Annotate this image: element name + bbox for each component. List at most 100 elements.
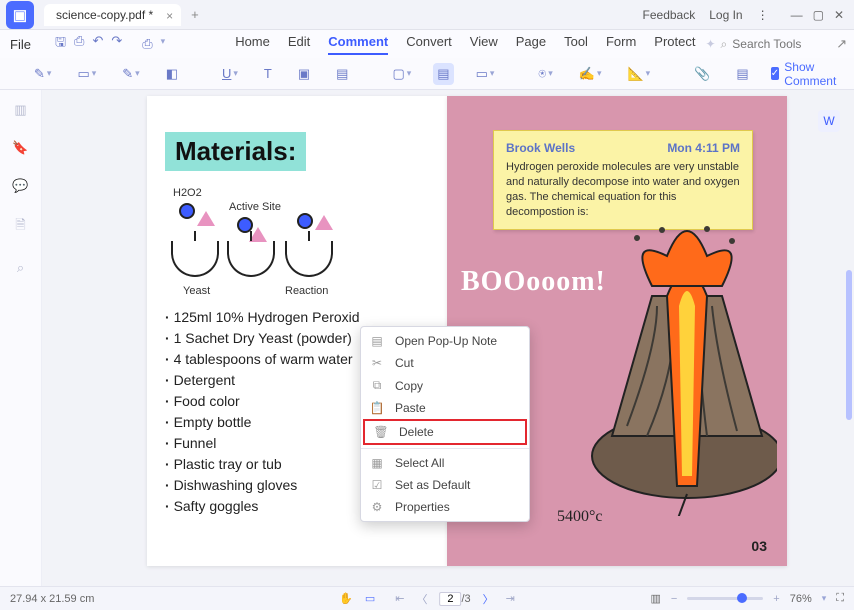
underline-tool[interactable]: U▾ (218, 63, 242, 84)
more-icon[interactable]: ⋮ (757, 8, 769, 22)
materials-heading: Materials: (165, 132, 306, 171)
view-mode-icon[interactable]: ▥ (650, 592, 660, 605)
document-tab[interactable]: science-copy.pdf * × (44, 4, 181, 26)
gear-icon: ⚙ (369, 500, 385, 514)
copy-icon: ⧉ (369, 378, 385, 393)
scissors-icon: ✂ (369, 356, 385, 370)
tab-view[interactable]: View (470, 34, 498, 55)
tab-form[interactable]: Form (606, 34, 636, 55)
vertical-scrollbar[interactable] (846, 270, 852, 420)
eraser-tool[interactable]: ◧ (162, 63, 182, 85)
tab-page[interactable]: Page (516, 34, 546, 55)
ctx-cut[interactable]: ✂Cut (361, 352, 529, 374)
highlight-tool[interactable]: ▭▾ (73, 63, 100, 85)
chevron-down-icon[interactable]: ▾ (822, 593, 827, 604)
share-icon[interactable]: ↗ (836, 36, 847, 52)
last-page-icon[interactable]: ⇥ (506, 592, 515, 605)
page-dimensions: 27.94 x 21.59 cm (10, 593, 94, 605)
ctx-set-default[interactable]: ☑Set as Default (361, 474, 529, 496)
redo-icon[interactable]: ↷ (111, 33, 122, 55)
tab-home[interactable]: Home (235, 34, 270, 55)
tab-comment[interactable]: Comment (328, 34, 388, 55)
print-icon[interactable]: ⎙ (74, 33, 84, 55)
show-comment-checkbox[interactable]: ✓ (771, 67, 780, 80)
sticky-note-tool[interactable]: ▤ (433, 63, 453, 85)
active-site-label: Active Site (229, 201, 281, 213)
word-export-badge[interactable]: W (818, 110, 840, 132)
comments-panel-icon[interactable]: 💬 (12, 178, 28, 194)
volcano-illustration (557, 226, 777, 516)
zoom-out-icon[interactable]: − (671, 593, 677, 605)
close-tab-icon[interactable]: × (166, 9, 173, 23)
select-all-icon: ▦ (369, 456, 385, 470)
context-menu: ▤Open Pop-Up Note ✂Cut ⧉Copy 📋Paste 🗑Del… (360, 326, 530, 522)
search-panel-icon[interactable]: ⌕ (17, 260, 24, 276)
next-page-icon[interactable]: 〉 (483, 591, 494, 607)
yeast-label: Yeast (183, 285, 210, 297)
close-window-icon[interactable]: ✕ (834, 8, 844, 22)
list-item: 125ml 10% Hydrogen Peroxid (165, 307, 429, 328)
reaction-label: Reaction (285, 285, 328, 297)
maximize-icon[interactable]: ▢ (813, 8, 824, 22)
zoom-slider[interactable] (687, 597, 763, 600)
area-highlight-tool[interactable]: ▤ (332, 63, 352, 85)
ctx-select-all[interactable]: ▦Select All (361, 452, 529, 474)
more-tools[interactable]: ▤ (732, 63, 752, 85)
page-total: /3 (461, 593, 470, 605)
typewriter-tool[interactable]: T (260, 63, 276, 84)
pencil-tool[interactable]: ✎▾ (118, 63, 143, 85)
h2o2-label: H2O2 (173, 187, 202, 199)
select-tool-icon[interactable]: ▭ (365, 592, 375, 605)
tab-tool[interactable]: Tool (564, 34, 588, 55)
comment-author: Brook Wells (506, 141, 575, 155)
tab-convert[interactable]: Convert (406, 34, 452, 55)
bookmarks-icon[interactable]: 🔖 (12, 140, 28, 156)
temperature-label: 5400°c (557, 508, 603, 526)
trash-icon: 🗑 (373, 425, 389, 439)
tab-edit[interactable]: Edit (288, 34, 310, 55)
clipboard-icon: 📋 (369, 401, 385, 415)
comment-body: Hydrogen peroxide molecules are very uns… (506, 160, 740, 219)
ctx-copy[interactable]: ⧉Copy (361, 374, 529, 397)
feedback-link[interactable]: Feedback (643, 8, 696, 22)
search-icon: ⌕ (721, 37, 728, 52)
page-input[interactable] (439, 592, 461, 606)
login-link[interactable]: Log In (709, 8, 742, 22)
checkbox-icon: ☑ (369, 478, 385, 492)
first-page-icon[interactable]: ⇤ (395, 592, 404, 605)
search-input[interactable] (732, 37, 814, 51)
save-icon[interactable]: 🖫 (55, 33, 66, 55)
file-menu[interactable]: File (10, 37, 31, 52)
tab-title: science-copy.pdf * (56, 8, 153, 22)
show-comment-label: Show Comment (784, 60, 840, 88)
quickprint-icon[interactable]: ⎙ (142, 36, 152, 52)
app-logo: ▣ (6, 1, 34, 29)
zoom-value: 76% (790, 593, 812, 605)
ctx-paste[interactable]: 📋Paste (361, 397, 529, 419)
ctx-open-popup[interactable]: ▤Open Pop-Up Note (361, 330, 529, 352)
wand-icon[interactable]: ✦ (705, 37, 715, 51)
callout-tool[interactable]: ▭▾ (472, 63, 499, 85)
signature-tool[interactable]: ✍▾ (575, 63, 606, 85)
comment-popup[interactable]: Brook Wells Mon 4:11 PM Hydrogen peroxid… (493, 130, 753, 230)
prev-page-icon[interactable]: 〈 (416, 591, 427, 607)
chevron-down-icon[interactable]: ▾ (161, 36, 166, 52)
fullscreen-icon[interactable]: ⛶ (836, 592, 844, 605)
new-tab-button[interactable]: + (191, 7, 199, 22)
tab-protect[interactable]: Protect (654, 34, 695, 55)
hand-tool-icon[interactable]: ✋ (339, 592, 353, 605)
note-icon: ▤ (369, 334, 385, 348)
stamp-tool[interactable]: ⍟▾ (534, 63, 556, 85)
shape-tool[interactable]: ▢▾ (388, 63, 415, 85)
attach-tool[interactable]: 📎 (690, 63, 714, 85)
zoom-in-icon[interactable]: + (773, 593, 779, 605)
thumbnails-icon[interactable]: ▥ (14, 102, 26, 118)
minimize-icon[interactable]: — (791, 8, 803, 22)
ctx-properties[interactable]: ⚙Properties (361, 496, 529, 518)
measure-tool[interactable]: 📐▾ (623, 63, 654, 85)
attachments-icon[interactable]: 🗎 (15, 216, 25, 238)
note-tool[interactable]: ✎▾ (30, 63, 55, 85)
ctx-delete[interactable]: 🗑Delete (363, 419, 527, 445)
undo-icon[interactable]: ↶ (92, 33, 103, 55)
textbox-tool[interactable]: ▣ (294, 63, 314, 85)
